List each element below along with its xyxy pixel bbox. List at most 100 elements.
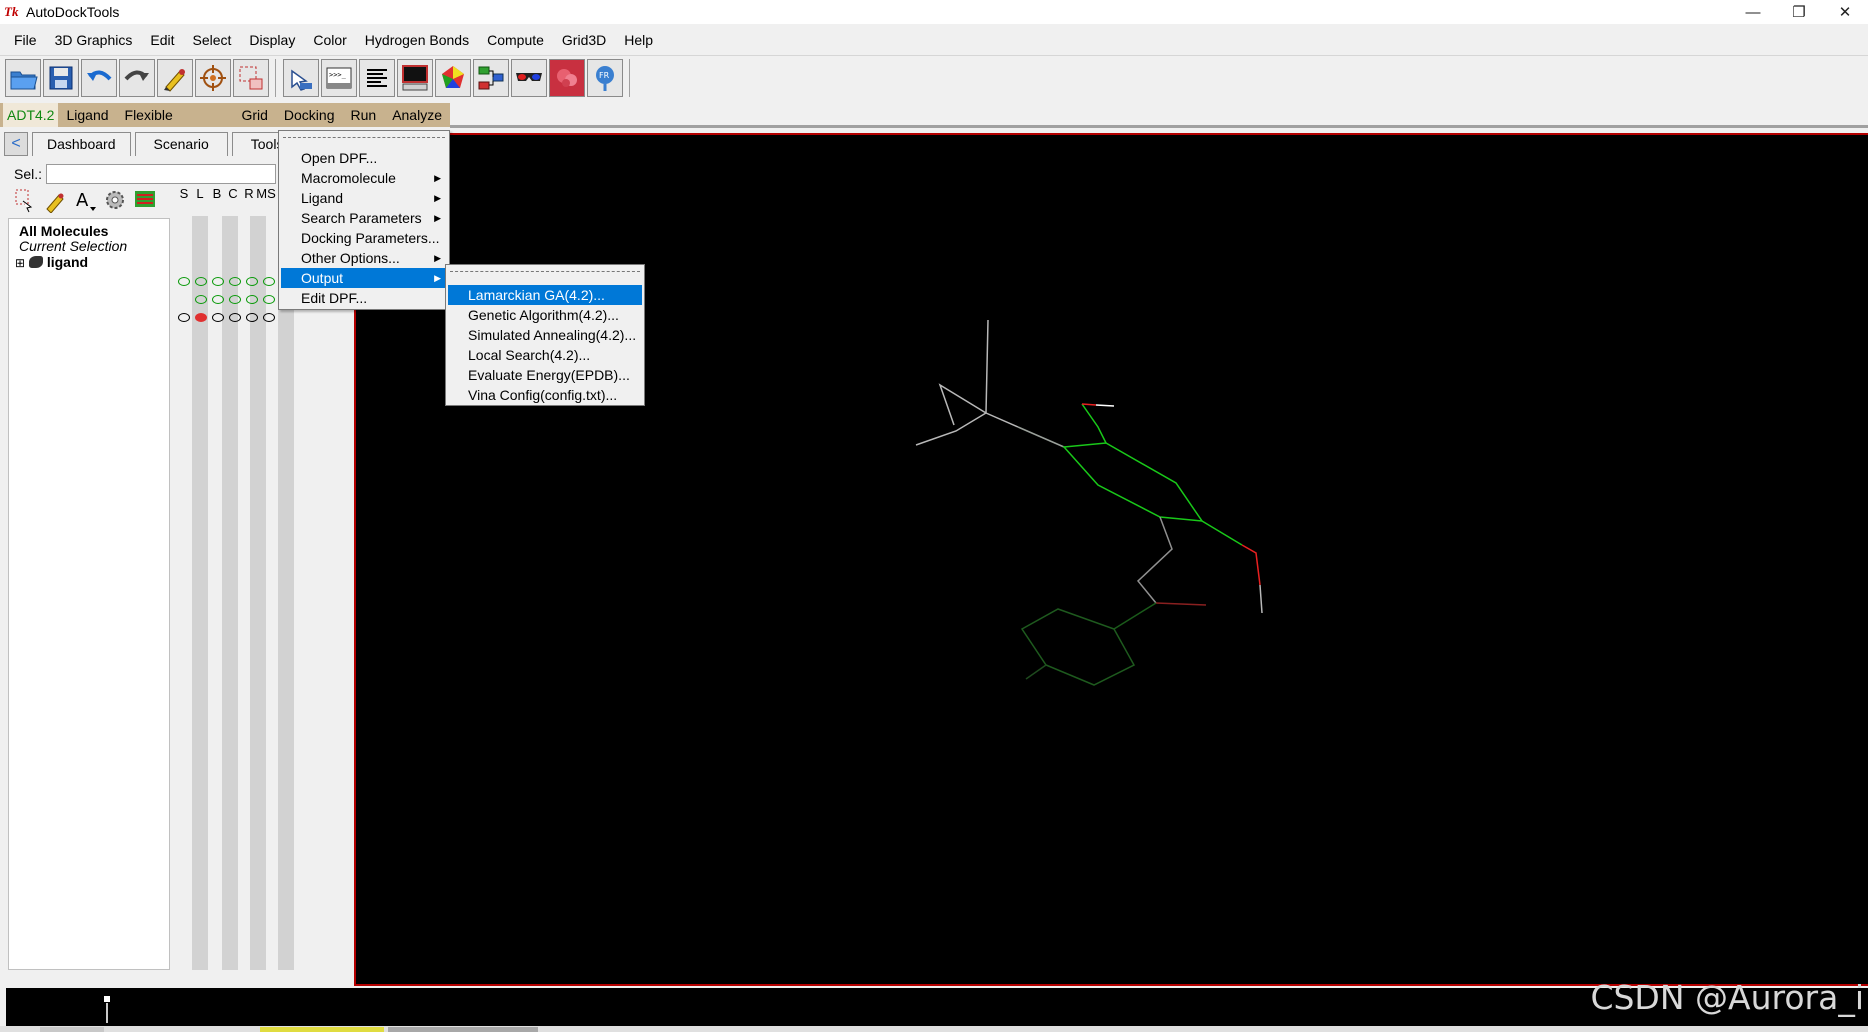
menu-hydrogen-bonds[interactable]: Hydrogen Bonds	[356, 28, 478, 52]
network-icon[interactable]	[473, 58, 509, 97]
menu-edit[interactable]: Edit	[141, 28, 183, 52]
menu-item-genetic-algorithm[interactable]: Genetic Algorithm(4.2)...	[448, 305, 642, 325]
toggle-dot[interactable]	[212, 277, 224, 286]
column-header-l[interactable]: L	[192, 186, 208, 201]
pencil-icon[interactable]	[42, 186, 68, 214]
3d-viewer[interactable]	[354, 133, 1868, 986]
menu-item-edit-dpf[interactable]: Edit DPF...	[281, 288, 447, 308]
adt-menu-adt42[interactable]: ADT4.2	[3, 103, 59, 127]
submenu-arrow-icon: ▶	[434, 273, 441, 283]
toggle-dot[interactable]	[195, 295, 207, 304]
redo-arrow-icon[interactable]	[119, 58, 155, 97]
target-icon[interactable]	[195, 58, 231, 97]
toggle-dot[interactable]	[229, 277, 241, 286]
toggle-dot[interactable]	[178, 313, 190, 322]
window-controls: — ❐ ✕	[1730, 0, 1868, 24]
adt-menu-bar: ADT4.2 Ligand Flexible Residues Grid Doc…	[0, 103, 450, 147]
menu-file[interactable]: File	[5, 28, 46, 52]
column-header-ms[interactable]: MS	[255, 186, 277, 201]
toggle-dot[interactable]	[263, 295, 275, 304]
toggle-dot[interactable]	[178, 277, 190, 286]
slider-handle[interactable]	[104, 996, 110, 1002]
menu-select[interactable]: Select	[184, 28, 241, 52]
ruler-icon[interactable]	[132, 186, 158, 214]
toggle-dot[interactable]	[263, 313, 275, 322]
gear-icon[interactable]	[102, 186, 128, 214]
toggle-dot[interactable]	[246, 313, 258, 322]
menu-item-label: Ligand	[301, 190, 344, 206]
column-header-s[interactable]: S	[176, 186, 192, 201]
ligand-node[interactable]: ⊞ ligand	[15, 254, 88, 270]
save-disk-icon[interactable]	[43, 58, 79, 97]
close-button[interactable]: ✕	[1822, 0, 1868, 24]
toggle-dot[interactable]	[229, 313, 241, 322]
hand-pointer-icon[interactable]	[283, 58, 319, 97]
menu-item-other-options[interactable]: Other Options... ▶	[281, 248, 447, 268]
toggle-dot[interactable]	[263, 277, 275, 286]
menu-item-simulated-annealing[interactable]: Simulated Annealing(4.2)...	[448, 325, 642, 345]
dashboard-icons: A	[12, 186, 162, 214]
expand-icon[interactable]: ⊞	[15, 256, 25, 270]
svg-text:A: A	[76, 190, 89, 211]
submenu-arrow-icon: ▶	[434, 253, 441, 263]
select-icon[interactable]	[12, 186, 38, 214]
label-text-icon[interactable]: A	[72, 186, 98, 214]
menu-tearoff[interactable]	[450, 271, 640, 272]
menu-help[interactable]: Help	[615, 28, 662, 52]
toggle-dot[interactable]	[246, 277, 258, 286]
menu-item-local-search[interactable]: Local Search(4.2)...	[448, 345, 642, 365]
menu-display[interactable]: Display	[240, 28, 304, 52]
toggle-dot[interactable]	[212, 313, 224, 322]
tab-dashboard[interactable]: Dashboard	[32, 132, 131, 156]
menu-item-output[interactable]: Output ▶	[281, 268, 447, 288]
python-shell-icon[interactable]: >>>_	[321, 58, 357, 97]
monitor-icon[interactable]	[397, 58, 433, 97]
tab-scenario[interactable]: Scenario	[134, 132, 228, 156]
toggle-dot[interactable]	[212, 295, 224, 304]
menu-item-open-dpf[interactable]: Open DPF...	[281, 148, 447, 168]
toggle-dot[interactable]	[246, 295, 258, 304]
pencil-icon[interactable]	[157, 58, 193, 97]
toggle-dot[interactable]	[195, 277, 207, 286]
undo-arrow-icon[interactable]	[81, 58, 117, 97]
menu-grid3d[interactable]: Grid3D	[553, 28, 615, 52]
pmv-logo-icon[interactable]: FR	[587, 58, 623, 97]
toggle-dot-active[interactable]	[195, 313, 207, 322]
maximize-button[interactable]: ❐	[1776, 0, 1822, 24]
adt-menu-grid[interactable]: Grid	[233, 103, 275, 127]
menu-item-ligand[interactable]: Ligand ▶	[281, 188, 447, 208]
command-bar[interactable]	[6, 988, 1868, 1026]
collapse-panel-icon[interactable]: <	[4, 132, 28, 156]
viewer-canvas[interactable]	[356, 135, 1868, 986]
menu-compute[interactable]: Compute	[478, 28, 553, 52]
open-folder-icon[interactable]	[5, 58, 41, 97]
adt-menu-ligand[interactable]: Ligand	[58, 103, 116, 127]
adt-menu-run[interactable]: Run	[343, 103, 385, 127]
menu-3d-graphics[interactable]: 3D Graphics	[46, 28, 142, 52]
adt-menu-analyze[interactable]: Analyze	[384, 103, 450, 127]
selection-input[interactable]	[46, 164, 277, 184]
minimize-button[interactable]: —	[1730, 0, 1776, 24]
3d-glasses-icon[interactable]	[511, 58, 547, 97]
toolbar: >>>_ FR	[0, 55, 1868, 99]
column-header-b[interactable]: B	[209, 186, 225, 201]
menu-color[interactable]: Color	[304, 28, 355, 52]
column-strip	[278, 216, 294, 970]
menu-item-macromolecule[interactable]: Macromolecule ▶	[281, 168, 447, 188]
molecule-surface-icon[interactable]	[549, 58, 585, 97]
menu-item-vina-config[interactable]: Vina Config(config.txt)...	[448, 385, 642, 405]
adt-menu-docking[interactable]: Docking	[276, 103, 343, 127]
adt-menu-flexible-residues[interactable]: Flexible Residues	[117, 103, 234, 147]
menu-item-docking-parameters[interactable]: Docking Parameters...	[281, 228, 447, 248]
menu-item-search-parameters[interactable]: Search Parameters ▶	[281, 208, 447, 228]
menu-item-evaluate-energy[interactable]: Evaluate Energy(EPDB)...	[448, 365, 642, 385]
menu-tearoff[interactable]	[283, 137, 445, 138]
select-box-icon[interactable]	[233, 58, 269, 97]
all-molecules-node[interactable]: All Molecules	[19, 223, 108, 239]
current-selection-node[interactable]: Current Selection	[19, 238, 127, 254]
menu-item-lamarckian-ga[interactable]: Lamarckian GA(4.2)...	[448, 285, 642, 305]
color-sphere-icon[interactable]	[435, 58, 471, 97]
text-lines-icon[interactable]	[359, 58, 395, 97]
toggle-dot[interactable]	[229, 295, 241, 304]
column-header-c[interactable]: C	[225, 186, 241, 201]
